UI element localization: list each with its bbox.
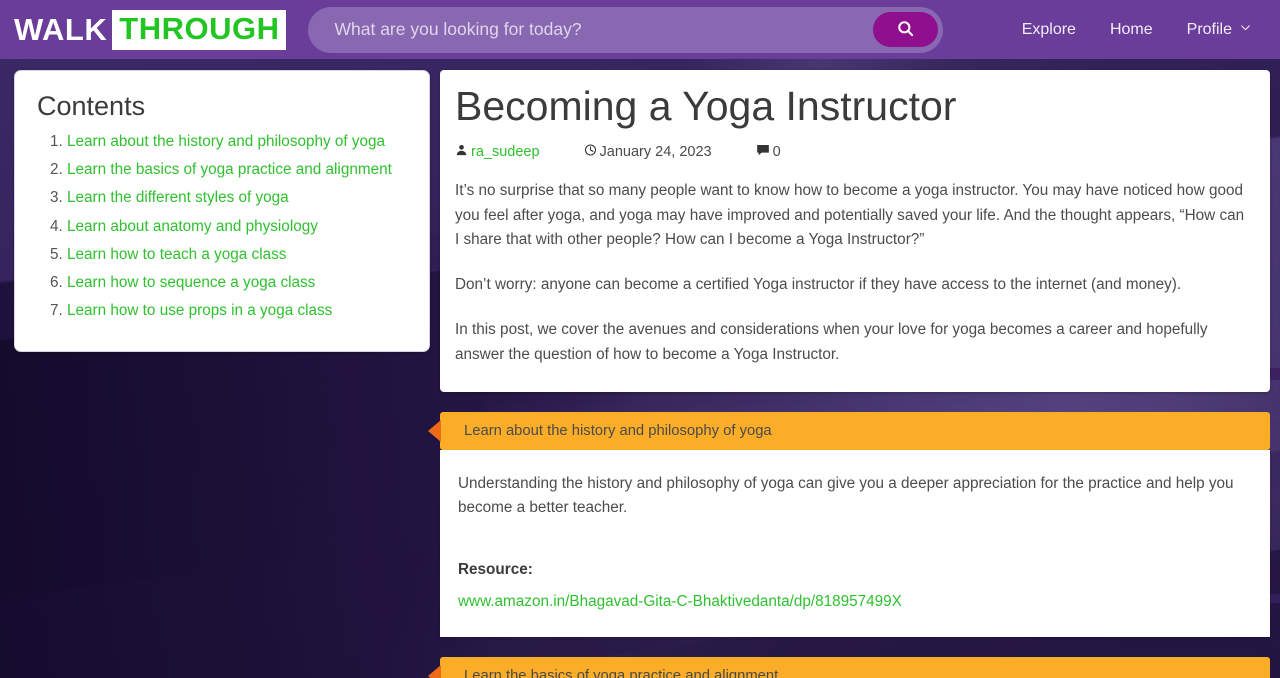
chevron-down-icon [1239,21,1252,39]
site-logo[interactable]: WALK THROUGH [14,9,287,50]
clock-icon [584,143,597,161]
nav-item-home[interactable]: Home [1110,21,1153,39]
page-title: Becoming a Yoga Instructor [455,83,957,129]
article-card: Becoming a Yoga Instructor ra_sudeep Jan… [440,70,1270,392]
section-header-2[interactable]: Learn the basics of yoga practice and al… [428,657,1270,678]
resource-link[interactable]: www.amazon.in/Bhagavad-Gita-C-Bhaktiveda… [458,593,902,611]
contents-link-3[interactable]: Learn the different styles of yoga [67,189,289,206]
section-heading-2: Learn the basics of yoga practice and al… [464,668,779,678]
nav-item-explore-label: Explore [1021,20,1076,38]
contents-link-7[interactable]: Learn how to use props in a yoga class [67,302,332,319]
nav-item-explore[interactable]: Explore [1022,21,1076,39]
main-navigation: Explore Home Profile [1022,21,1262,39]
accordion-section-1: Learn about the history and philosophy o… [428,411,1270,638]
section-heading-1: Learn about the history and philosophy o… [464,422,772,439]
list-item: Learn how to teach a yoga class [67,245,411,265]
article-paragraph: In this post, we cover the avenues and c… [455,320,1208,363]
accordion-section-2: Learn the basics of yoga practice and al… [428,657,1270,678]
search-bar [308,6,944,53]
contents-list: Learn about the history and philosophy o… [33,132,411,321]
comment-icon [756,143,770,161]
contents-link-4[interactable]: Learn about anatomy and physiology [67,218,318,235]
author-link[interactable]: ra_sudeep [471,144,540,160]
nav-item-profile-label: Profile [1186,20,1232,38]
contents-link-5[interactable]: Learn how to teach a yoga class [67,246,286,263]
resource-label: Resource: [458,561,533,579]
search-icon [896,19,915,41]
author-meta: ra_sudeep [455,143,540,161]
section-body-1: Understanding the history and philosophy… [440,449,1270,638]
contents-link-6[interactable]: Learn how to sequence a yoga class [67,274,315,291]
list-item: Learn the basics of yoga practice and al… [67,160,411,180]
section-pointer-icon [428,665,441,678]
list-item: Learn about anatomy and physiology [67,217,411,237]
contents-link-1[interactable]: Learn about the history and philosophy o… [67,133,385,150]
site-header: WALKTHROUGH Explore Home Profile [0,0,1280,59]
contents-card: Contents Learn about the history and phi… [14,70,430,353]
date-meta: January 24, 2023 [584,143,712,161]
article-metadata: ra_sudeep January 24, 2023 0 [455,143,1252,161]
article-column: Becoming a Yoga Instructor ra_sudeep Jan… [428,70,1270,678]
section-header-1[interactable]: Learn about the history and philosophy o… [428,411,1270,450]
nav-item-profile[interactable]: Profile [1187,21,1252,39]
nav-item-home-label: Home [1109,20,1153,38]
publish-date: January 24, 2023 [599,143,712,160]
page-main-layout: Contents Learn about the history and phi… [0,59,1280,678]
search-button[interactable] [873,12,939,47]
contents-link-2[interactable]: Learn the basics of yoga practice and al… [67,161,392,178]
section-pointer-icon [428,419,441,442]
article-paragraph: Don’t worry: anyone can become a certifi… [455,276,1182,294]
list-item: Learn how to sequence a yoga class [67,273,411,293]
section-paragraph: Understanding the history and philosophy… [458,474,1234,517]
comments-meta: 0 [756,143,781,161]
logo-text-walk: WALK [14,11,108,47]
article-paragraph: It’s no surprise that so many people wan… [455,181,1245,249]
logo-text-through: THROUGH [112,9,287,50]
user-icon [455,143,468,161]
comment-count: 0 [772,143,781,160]
contents-title: Contents [37,91,146,121]
list-item: Learn how to use props in a yoga class [67,301,411,321]
list-item: Learn about the history and philosophy o… [67,132,411,152]
search-input[interactable] [334,19,874,40]
list-item: Learn the different styles of yoga [67,188,411,208]
